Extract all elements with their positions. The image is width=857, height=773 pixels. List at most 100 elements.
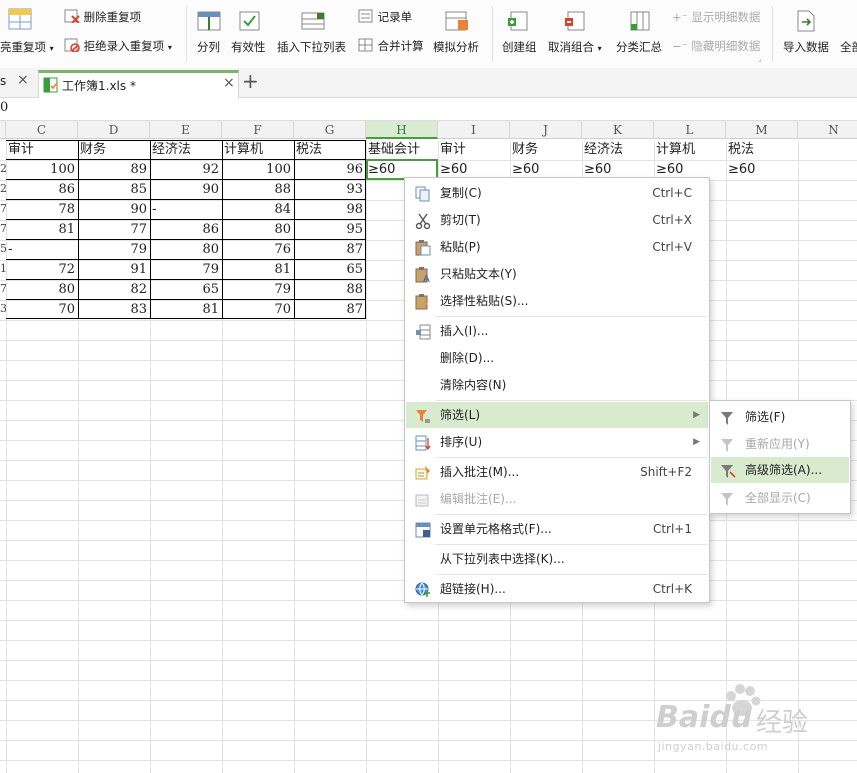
data-cell[interactable]: 77 xyxy=(80,220,147,240)
hide-detail-button[interactable]: −⁻ 隐藏明细数据 xyxy=(672,38,760,54)
remove-duplicates-button[interactable]: 删除重复项 xyxy=(64,9,141,26)
data-cell[interactable]: 81 xyxy=(224,260,291,280)
data-cell[interactable]: 93 xyxy=(296,180,363,200)
row-header-fragment[interactable]: 7 xyxy=(0,202,6,215)
menu-item-paste-special[interactable]: ? 选择性粘贴(S)... xyxy=(406,288,708,314)
data-cell[interactable]: 90 xyxy=(152,180,219,200)
data-cell[interactable]: 76 xyxy=(224,240,291,260)
show-detail-button[interactable]: +⁻ 显示明细数据 xyxy=(672,9,760,25)
column-header-m[interactable]: M xyxy=(726,121,798,139)
submenu-item-advanced-filter[interactable]: 高级筛选(A)... xyxy=(711,457,849,483)
consolidate-button[interactable]: 合并计算 xyxy=(358,38,424,55)
close-tab-icon[interactable]: × xyxy=(223,75,235,91)
criteria-cell[interactable]: ≥60 xyxy=(728,160,755,180)
criteria-header-computer[interactable]: 计算机 xyxy=(656,140,695,160)
data-cell[interactable]: 82 xyxy=(80,280,147,300)
menu-item-format-cells[interactable]: 设置单元格格式(F)... Ctrl+1 xyxy=(406,516,708,542)
row-header-fragment[interactable]: 1 xyxy=(0,262,6,275)
data-cell[interactable]: 100 xyxy=(224,160,291,180)
row-header-fragment[interactable]: 7 xyxy=(0,282,6,295)
data-cell[interactable]: 100 xyxy=(8,160,75,180)
all-button[interactable]: 全部 xyxy=(840,39,857,55)
menu-item-paste[interactable]: 粘贴(P) Ctrl+V xyxy=(406,234,708,260)
submenu-item-reapply[interactable]: 重新应用(Y) xyxy=(711,431,849,457)
formula-bar[interactable]: 0 xyxy=(0,98,857,121)
column-header-f[interactable]: F xyxy=(222,121,294,139)
data-cell[interactable]: 80 xyxy=(152,240,219,260)
data-cell[interactable]: 84 xyxy=(224,200,291,220)
column-header-j[interactable]: J xyxy=(510,121,582,139)
data-cell[interactable]: 83 xyxy=(80,300,147,320)
close-previous-tab-icon[interactable]: × xyxy=(17,72,29,88)
data-cell[interactable]: 86 xyxy=(8,180,75,200)
menu-item-clear-contents[interactable]: 清除内容(N) xyxy=(406,372,708,398)
header-cell-finance[interactable]: 财务 xyxy=(80,140,106,160)
row-header-fragment[interactable]: 7 xyxy=(0,222,6,235)
menu-item-cut[interactable]: 剪切(T) Ctrl+X xyxy=(406,207,708,233)
subtotal-button[interactable]: 分类汇总 xyxy=(616,39,662,55)
column-header-d[interactable]: D xyxy=(78,121,150,139)
data-cell[interactable]: 91 xyxy=(80,260,147,280)
menu-item-delete[interactable]: 删除(D)... xyxy=(406,345,708,371)
header-cell-basic-accounting[interactable]: 基础会计 xyxy=(368,140,420,160)
data-cell[interactable]: 81 xyxy=(152,300,219,320)
row-header-fragment[interactable]: 2 xyxy=(0,162,6,175)
menu-item-filter[interactable]: 筛选(L) ▶ xyxy=(406,402,708,428)
data-cell[interactable]: 81 xyxy=(8,220,75,240)
data-cell[interactable]: 87 xyxy=(296,240,363,260)
criteria-cell[interactable]: ≥60 xyxy=(368,160,395,180)
tab-workbook1[interactable]: 工作簿1.xls * × xyxy=(38,70,239,99)
data-cell[interactable]: 85 xyxy=(80,180,147,200)
split-button[interactable]: 分列 xyxy=(197,39,220,55)
menu-item-edit-comment[interactable]: 编辑批注(E)... xyxy=(406,486,708,512)
criteria-header-tax-law[interactable]: 税法 xyxy=(728,140,754,160)
data-cell[interactable]: 79 xyxy=(80,240,147,260)
data-cell[interactable]: 98 xyxy=(296,200,363,220)
data-cell[interactable]: 95 xyxy=(296,220,363,240)
previous-tab-fragment[interactable]: s xyxy=(0,74,6,88)
header-cell-tax-law[interactable]: 税法 xyxy=(296,140,322,160)
menu-item-insert[interactable]: 插入(I)... xyxy=(406,318,708,344)
data-cell[interactable]: 70 xyxy=(8,300,75,320)
row-header-fragment[interactable]: 5 xyxy=(0,242,6,255)
data-cell[interactable]: 65 xyxy=(296,260,363,280)
data-cell[interactable]: - xyxy=(152,200,219,220)
column-header-h[interactable]: H xyxy=(366,121,438,139)
data-cell[interactable]: 79 xyxy=(224,280,291,300)
header-cell-computer[interactable]: 计算机 xyxy=(224,140,263,160)
menu-item-sort[interactable]: 排序(U) ▶ xyxy=(406,429,708,455)
data-cell[interactable]: 87 xyxy=(296,300,363,320)
data-cell[interactable]: 65 xyxy=(152,280,219,300)
highlight-duplicates-button[interactable]: 亮重复项 ▾ xyxy=(0,39,54,55)
row-header-fragment[interactable]: 3 xyxy=(0,302,6,315)
record-form-button[interactable]: 记录单 xyxy=(358,9,412,26)
reject-duplicates-button[interactable]: 拒绝录入重复项 ▾ xyxy=(64,38,172,55)
column-header-c[interactable]: C xyxy=(6,121,78,139)
data-cell[interactable]: 80 xyxy=(8,280,75,300)
menu-item-insert-comment[interactable]: 插入批注(M)... Shift+F2 xyxy=(406,459,708,485)
row-header-fragment[interactable]: 2 xyxy=(0,182,6,195)
column-header-n[interactable]: N xyxy=(798,121,857,139)
insert-dropdown-button[interactable]: 插入下拉列表 xyxy=(277,39,346,55)
column-header-e[interactable]: E xyxy=(150,121,222,139)
data-cell[interactable]: 70 xyxy=(224,300,291,320)
menu-item-pick-from-list[interactable]: 从下拉列表中选择(K)... xyxy=(406,546,708,572)
group-button[interactable]: 创建组 xyxy=(502,39,537,55)
validity-button[interactable]: 有效性 xyxy=(231,39,266,55)
dialog-launcher-icon[interactable]: ⌟ xyxy=(758,54,762,63)
menu-item-hyperlink[interactable]: 超链接(H)... Ctrl+K xyxy=(406,576,708,602)
column-header-k[interactable]: K xyxy=(582,121,654,139)
criteria-header-audit[interactable]: 审计 xyxy=(440,140,466,160)
header-cell-audit[interactable]: 审计 xyxy=(8,140,34,160)
data-cell[interactable]: 72 xyxy=(8,260,75,280)
data-cell[interactable]: 80 xyxy=(224,220,291,240)
import-data-button[interactable]: 导入数据 xyxy=(783,39,829,55)
column-header-l[interactable]: L xyxy=(654,121,726,139)
data-cell[interactable]: 88 xyxy=(296,280,363,300)
data-cell[interactable]: 88 xyxy=(224,180,291,200)
data-cell[interactable]: 86 xyxy=(152,220,219,240)
criteria-header-economic-law[interactable]: 经济法 xyxy=(584,140,623,160)
data-cell[interactable]: 89 xyxy=(80,160,147,180)
column-header-g[interactable]: G xyxy=(294,121,366,139)
data-cell[interactable]: - xyxy=(8,240,75,260)
